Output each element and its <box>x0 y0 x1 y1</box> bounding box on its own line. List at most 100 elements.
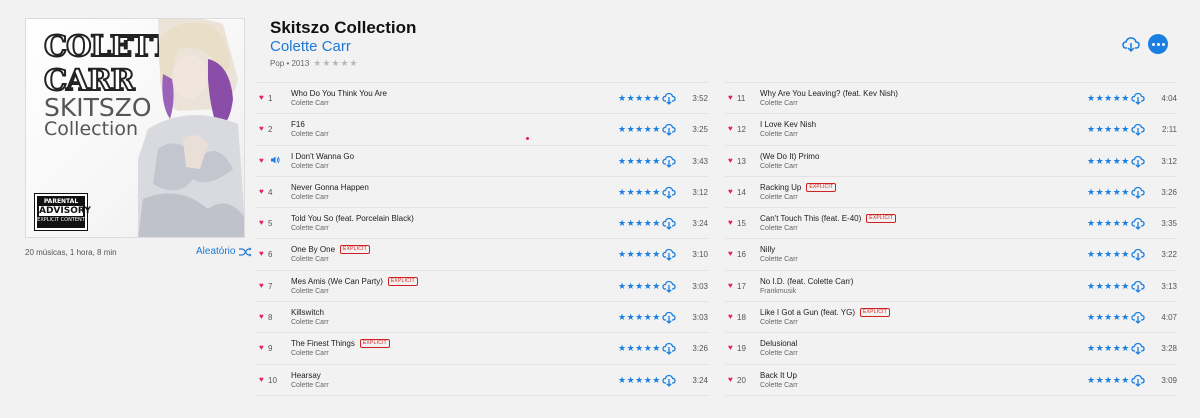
cloud-download-icon[interactable] <box>662 247 676 262</box>
cloud-download-icon[interactable] <box>662 122 676 137</box>
track-rating-stars[interactable]: ★★★★★ <box>618 124 661 135</box>
track-row[interactable]: ♥ 1 Who Do You Think You Are Colette Carr ★★… <box>256 83 708 115</box>
heart-icon[interactable]: ♥ <box>259 156 264 165</box>
track-row[interactable]: ♥ I Don't Wanna Go Colette Carr ★★★★★ 3:43 <box>256 146 708 177</box>
track-rating-stars[interactable]: ★★★★★ <box>618 375 661 386</box>
track-artist[interactable]: Colette Carr <box>291 100 329 107</box>
track-rating-stars[interactable]: ★★★★★ <box>1087 375 1130 386</box>
track-row[interactable]: ♥ 11 Why Are You Leaving? (feat. Kev Nish)… <box>725 83 1177 115</box>
heart-icon[interactable]: ♥ <box>259 375 264 384</box>
track-rating-stars[interactable]: ★★★★★ <box>1087 218 1130 229</box>
heart-icon[interactable]: ♥ <box>728 375 733 384</box>
track-artist[interactable]: Colette Carr <box>291 225 329 232</box>
heart-icon[interactable]: ♥ <box>728 249 733 258</box>
cloud-download-icon[interactable] <box>662 341 676 356</box>
shuffle-button[interactable]: Aleatório <box>196 246 252 257</box>
track-rating-stars[interactable]: ★★★★★ <box>1087 187 1130 198</box>
cloud-download-icon[interactable] <box>1131 247 1145 262</box>
track-rating-stars[interactable]: ★★★★★ <box>1087 156 1130 167</box>
track-title[interactable]: Hearsay <box>291 371 321 380</box>
heart-icon[interactable]: ♥ <box>259 187 264 196</box>
download-album-icon[interactable] <box>1122 35 1140 53</box>
heart-icon[interactable]: ♥ <box>259 218 264 227</box>
track-title[interactable]: No I.D. (feat. Colette Carr) <box>760 277 853 286</box>
track-rating-stars[interactable]: ★★★★★ <box>1087 281 1130 292</box>
track-rating-stars[interactable]: ★★★★★ <box>1087 312 1130 323</box>
cloud-download-icon[interactable] <box>662 154 676 168</box>
track-artist[interactable]: Colette Carr <box>291 319 329 326</box>
cloud-download-icon[interactable] <box>1131 373 1145 387</box>
track-artist[interactable]: Colette Carr <box>760 319 798 326</box>
album-artwork[interactable]: COLETTE CARR SKITSZO Collection PARENTAL… <box>25 18 245 238</box>
track-artist[interactable]: Colette Carr <box>291 256 329 263</box>
track-artist[interactable]: Colette Carr <box>760 382 798 389</box>
track-row[interactable]: ♥ 4 Never Gonna Happen Colette Carr ★★★★★ 3:1… <box>256 177 708 209</box>
track-artist[interactable]: Colette Carr <box>291 350 329 357</box>
heart-icon[interactable]: ♥ <box>728 124 733 133</box>
heart-icon[interactable]: ♥ <box>728 343 733 352</box>
track-rating-stars[interactable]: ★★★★★ <box>618 343 661 354</box>
track-artist[interactable]: Colette Carr <box>760 225 798 232</box>
track-title[interactable]: (We Do It) Primo <box>760 152 819 161</box>
track-title[interactable]: Never Gonna Happen <box>291 183 369 192</box>
track-rating-stars[interactable]: ★★★★★ <box>618 281 661 292</box>
track-title[interactable]: Why Are You Leaving? (feat. Kev Nish) <box>760 89 898 98</box>
track-rating-stars[interactable]: ★★★★★ <box>618 218 661 229</box>
cloud-download-icon[interactable] <box>662 216 676 231</box>
cloud-download-icon[interactable] <box>1131 279 1145 293</box>
track-artist[interactable]: Colette Carr <box>291 194 329 201</box>
track-artist[interactable]: Colette Carr <box>291 131 329 138</box>
more-options-button[interactable] <box>1148 34 1168 54</box>
cloud-download-icon[interactable] <box>1131 310 1145 324</box>
track-row[interactable]: ♥ 9 The Finest Things EXPLICIT Colette Carr ★… <box>256 333 708 365</box>
album-rating-stars[interactable]: ★★★★★ <box>313 58 358 69</box>
cloud-download-icon[interactable] <box>1131 122 1145 137</box>
track-row[interactable]: ♥ 17 No I.D. (feat. Colette Carr) Frankmusi… <box>725 271 1177 303</box>
track-artist[interactable]: Frankmusik <box>760 288 796 295</box>
track-title[interactable]: The Finest Things <box>291 339 355 348</box>
track-row[interactable]: ♥ 8 Killswitch Colette Carr ★★★★★ 3:03 <box>256 302 708 334</box>
track-row[interactable]: ♥ 12 I Love Kev Nish Colette Carr ★★★★★ 2:11 <box>725 114 1177 146</box>
heart-icon[interactable]: ♥ <box>259 281 264 290</box>
track-artist[interactable]: Colette Carr <box>760 163 798 170</box>
track-rating-stars[interactable]: ★★★★★ <box>1087 343 1130 354</box>
track-artist[interactable]: Colette Carr <box>760 131 798 138</box>
heart-icon[interactable]: ♥ <box>259 312 264 321</box>
cloud-download-icon[interactable] <box>1131 341 1145 356</box>
track-row[interactable]: ♥ 10 Hearsay Colette Carr ★★★★★ 3:24 <box>256 365 708 396</box>
track-rating-stars[interactable]: ★★★★★ <box>618 312 661 323</box>
cloud-download-icon[interactable] <box>1131 216 1145 231</box>
track-rating-stars[interactable]: ★★★★★ <box>618 93 661 104</box>
track-row[interactable]: ♥ 7 Mes Amis (We Can Party) EXPLICIT Colette… <box>256 271 708 303</box>
cloud-download-icon[interactable] <box>1131 185 1145 199</box>
album-artist-link[interactable]: Colette Carr <box>270 38 351 55</box>
cloud-download-icon[interactable] <box>1131 154 1145 168</box>
heart-icon[interactable]: ♥ <box>728 187 733 196</box>
heart-icon[interactable]: ♥ <box>728 93 733 102</box>
track-title[interactable]: I Love Kev Nish <box>760 120 816 129</box>
track-artist[interactable]: Colette Carr <box>291 382 329 389</box>
track-title[interactable]: F16 <box>291 120 305 129</box>
heart-icon[interactable]: ♥ <box>259 343 264 352</box>
cloud-download-icon[interactable] <box>662 310 676 324</box>
cloud-download-icon[interactable] <box>662 279 676 293</box>
track-row[interactable]: ♥ 19 Delusional Colette Carr ★★★★★ 3:28 <box>725 333 1177 365</box>
track-artist[interactable]: Colette Carr <box>291 163 329 170</box>
track-artist[interactable]: Colette Carr <box>760 350 798 357</box>
track-row[interactable]: ♥ 5 Told You So (feat. Porcelain Black) Col… <box>256 208 708 240</box>
heart-icon[interactable]: ♥ <box>728 218 733 227</box>
track-rating-stars[interactable]: ★★★★★ <box>618 156 661 167</box>
track-title[interactable]: One By One <box>291 245 335 254</box>
track-title[interactable]: I Don't Wanna Go <box>291 152 354 161</box>
track-row[interactable]: ♥ 20 Back It Up Colette Carr ★★★★★ 3:09 <box>725 365 1177 396</box>
track-title[interactable]: Who Do You Think You Are <box>291 89 387 98</box>
track-rating-stars[interactable]: ★★★★★ <box>1087 249 1130 260</box>
heart-icon[interactable]: ♥ <box>259 249 264 258</box>
track-rating-stars[interactable]: ★★★★★ <box>618 249 661 260</box>
heart-icon[interactable]: ♥ <box>728 281 733 290</box>
track-row[interactable]: ♥ 14 Racking Up EXPLICIT Colette Carr ★★★★★ 3:… <box>725 177 1177 209</box>
track-artist[interactable]: Colette Carr <box>760 256 798 263</box>
track-title[interactable]: Delusional <box>760 339 797 348</box>
cloud-download-icon[interactable] <box>1131 91 1145 105</box>
track-title[interactable]: Back It Up <box>760 371 797 380</box>
